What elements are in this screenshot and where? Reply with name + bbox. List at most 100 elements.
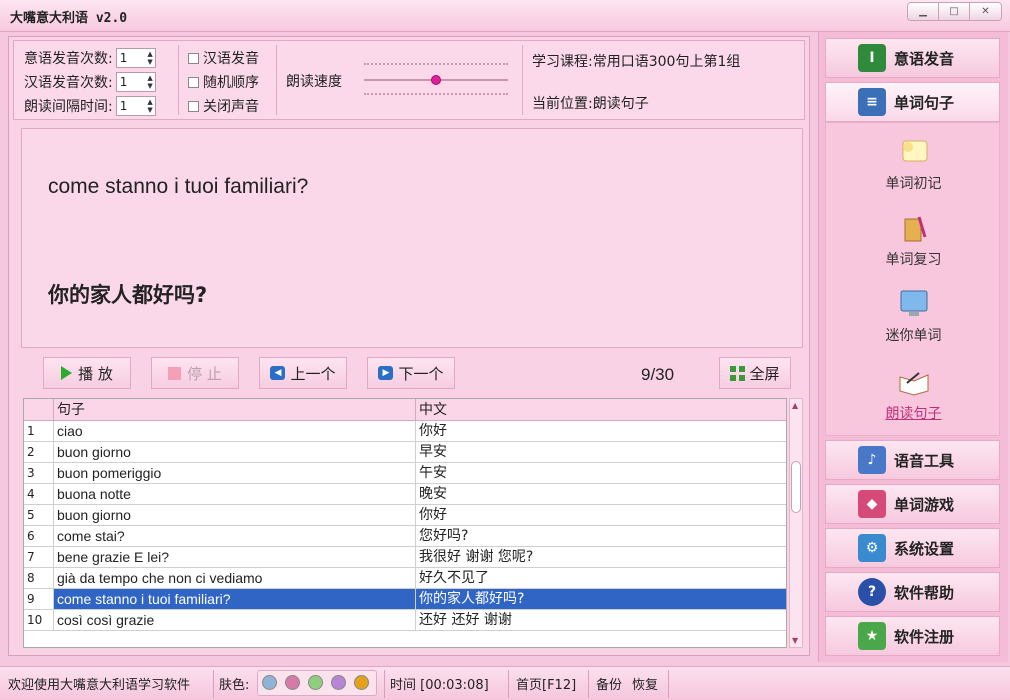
row-chinese[interactable]: 我很好 谢谢 您呢? <box>416 547 786 567</box>
backup-button[interactable]: 备份 <box>596 674 622 693</box>
sub-read-sentence[interactable]: 朗读句子 <box>826 365 1001 423</box>
divider <box>178 45 179 115</box>
minimize-button[interactable]: ▁ <box>908 3 939 20</box>
fullscreen-button[interactable]: 全屏 <box>719 357 791 389</box>
table-row[interactable]: 1 ciao 你好 <box>24 421 786 442</box>
table-row[interactable]: 4 buona notte 晚安 <box>24 484 786 505</box>
skin-color-swatch[interactable] <box>262 675 277 690</box>
row-italian[interactable]: ciao <box>54 421 416 441</box>
row-chinese[interactable]: 您好吗? <box>416 526 786 546</box>
divider <box>213 670 214 698</box>
nav-pronunciation[interactable]: I 意语发音 <box>825 38 1000 78</box>
checkbox-random-order[interactable]: 随机顺序 <box>188 71 259 93</box>
sub-first-learn[interactable]: 单词初记 <box>826 135 1001 193</box>
course-info: 学习课程:常用口语300句上第1组 <box>532 54 741 70</box>
nav-register[interactable]: ★ 软件注册 <box>825 616 1000 656</box>
row-italian[interactable]: così così grazie <box>54 610 416 630</box>
speed-slider[interactable] <box>364 61 508 101</box>
nav-voice-tools[interactable]: ♪ 语音工具 <box>825 440 1000 480</box>
stop-label: 停 止 <box>187 364 222 383</box>
status-bar: 欢迎使用大嘴意大利语学习软件 肤色: 时间 [00:03:08] 首页[F12]… <box>0 666 1010 700</box>
prev-button[interactable]: ◀ 上一个 <box>259 357 347 389</box>
table-row[interactable]: 6 come stai? 您好吗? <box>24 526 786 547</box>
skin-color-swatch[interactable] <box>331 675 346 690</box>
checkbox-box[interactable] <box>188 100 199 112</box>
stepper-arrows-icon[interactable]: ▲ ▼ <box>147 74 152 90</box>
row-chinese[interactable]: 你的家人都好吗? <box>416 589 786 609</box>
table-row[interactable]: 5 buon giorno 你好 <box>24 505 786 526</box>
row-number: 5 <box>24 505 54 525</box>
row-chinese[interactable]: 你好 <box>416 421 786 441</box>
checkbox-mute[interactable]: 关闭声音 <box>188 95 259 117</box>
nav-word-games[interactable]: ◆ 单词游戏 <box>825 484 1000 524</box>
nav-help[interactable]: ? 软件帮助 <box>825 572 1000 612</box>
checkbox-box[interactable] <box>188 52 199 64</box>
table-row[interactable]: 2 buon giorno 早安 <box>24 442 786 463</box>
row-italian[interactable]: come stanno i tuoi familiari? <box>54 589 416 609</box>
sub-label: 单词初记 <box>885 176 942 192</box>
divider <box>276 45 277 115</box>
divider <box>522 45 523 115</box>
table-row[interactable]: 9 come stanno i tuoi familiari? 你的家人都好吗? <box>24 589 786 610</box>
it-repeat-value: 1 <box>119 51 128 65</box>
row-chinese[interactable]: 晚安 <box>416 484 786 504</box>
row-number: 9 <box>24 589 54 609</box>
row-italian[interactable]: buon giorno <box>54 505 416 525</box>
row-italian[interactable]: bene grazie E lei? <box>54 547 416 567</box>
nav-label: 单词游戏 <box>894 495 955 514</box>
checkbox-box[interactable] <box>188 76 199 88</box>
checkbox-cn-pronunciation[interactable]: 汉语发音 <box>188 47 259 69</box>
sub-mini[interactable]: 迷你单词 <box>826 287 1001 345</box>
puzzle-icon: ◆ <box>858 490 886 518</box>
home-link[interactable]: 首页[F12] <box>516 674 576 693</box>
row-chinese[interactable]: 午安 <box>416 463 786 483</box>
cn-repeat-label: 汉语发音次数: <box>24 75 113 91</box>
cn-repeat-stepper[interactable]: 1 ▲ ▼ <box>115 72 156 92</box>
slider-thumb[interactable] <box>431 75 441 85</box>
next-label: 下一个 <box>398 364 444 383</box>
speed-label: 朗读速度 <box>286 74 342 90</box>
row-chinese[interactable]: 早安 <box>416 442 786 462</box>
row-italian[interactable]: come stai? <box>54 526 416 546</box>
fullscreen-icon <box>730 365 746 381</box>
nav-words-sentences[interactable]: ≡ 单词句子 <box>825 82 1000 122</box>
row-chinese[interactable]: 还好 还好 谢谢 <box>416 610 786 630</box>
table-row[interactable]: 7 bene grazie E lei? 我很好 谢谢 您呢? <box>24 547 786 568</box>
interval-label: 朗读间隔时间: <box>24 99 113 115</box>
scrollbar-thumb[interactable] <box>791 461 801 513</box>
maximize-button[interactable]: □ <box>939 3 970 20</box>
nav-label: 语音工具 <box>894 451 955 470</box>
skin-color-swatch[interactable] <box>308 675 323 690</box>
stepper-arrows-icon[interactable]: ▲ ▼ <box>147 98 152 114</box>
interval-stepper[interactable]: 1 ▲ ▼ <box>115 96 156 116</box>
checkbox-label: 汉语发音 <box>203 51 259 67</box>
column-header-sentence[interactable]: 句子 <box>54 399 416 421</box>
play-button[interactable]: 播 放 <box>43 357 131 389</box>
table-row[interactable]: 3 buon pomeriggio 午安 <box>24 463 786 484</box>
skin-color-swatch[interactable] <box>354 675 369 690</box>
row-italian[interactable]: buona notte <box>54 484 416 504</box>
table-row[interactable]: 10 così così grazie 还好 还好 谢谢 <box>24 610 786 631</box>
restore-button[interactable]: 恢复 <box>632 674 658 693</box>
sub-label: 迷你单词 <box>885 328 942 344</box>
close-button[interactable]: ✕ <box>970 3 1001 20</box>
row-italian[interactable]: buon pomeriggio <box>54 463 416 483</box>
it-repeat-stepper[interactable]: 1 ▲ ▼ <box>115 48 156 68</box>
column-header-chinese[interactable]: 中文 <box>416 399 786 421</box>
interval-row: 朗读间隔时间: 1 ▲ ▼ <box>24 95 156 117</box>
row-chinese[interactable]: 你好 <box>416 505 786 525</box>
skin-color-swatch[interactable] <box>285 675 300 690</box>
scroll-up-icon[interactable]: ▲ <box>792 401 798 410</box>
next-button[interactable]: ▶ 下一个 <box>367 357 455 389</box>
row-italian[interactable]: buon giorno <box>54 442 416 462</box>
scroll-down-icon[interactable]: ▼ <box>792 636 798 645</box>
nav-settings[interactable]: ⚙ 系统设置 <box>825 528 1000 568</box>
table-scrollbar[interactable]: ▲ ▼ <box>789 398 803 648</box>
sub-review[interactable]: 单词复习 <box>826 211 1001 269</box>
row-chinese[interactable]: 好久不见了 <box>416 568 786 588</box>
table-header: 句子 中文 <box>24 399 786 421</box>
stepper-arrows-icon[interactable]: ▲ ▼ <box>147 50 152 66</box>
table-row[interactable]: 8 già da tempo che non ci vediamo 好久不见了 <box>24 568 786 589</box>
row-italian[interactable]: già da tempo che non ci vediamo <box>54 568 416 588</box>
stop-button[interactable]: 停 止 <box>151 357 239 389</box>
